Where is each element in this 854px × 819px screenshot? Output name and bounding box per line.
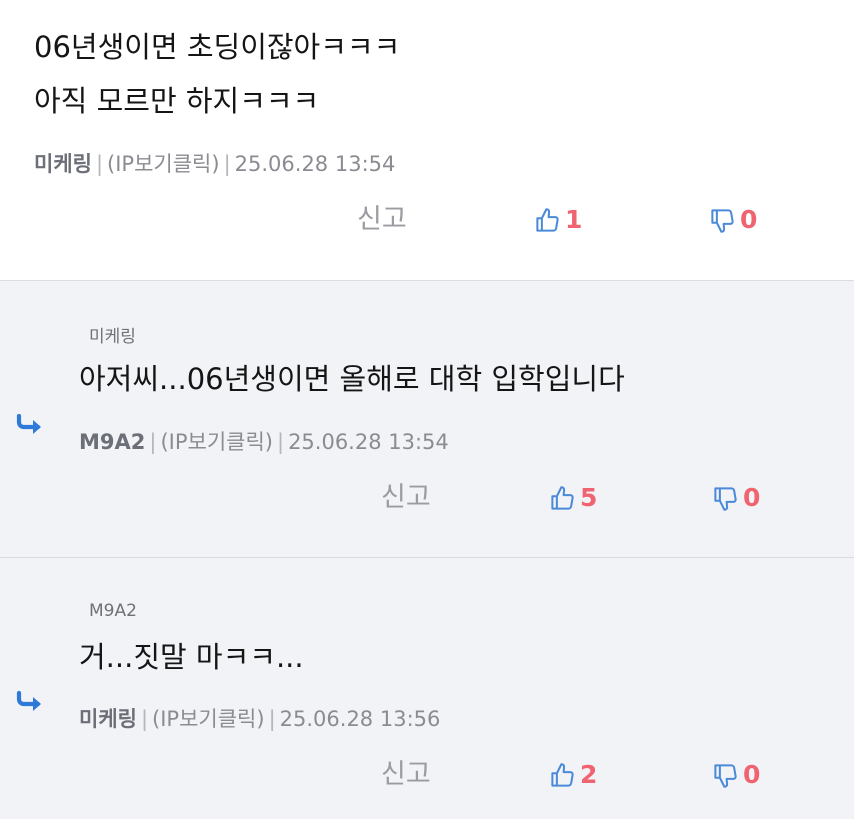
meta-separator: | bbox=[223, 152, 231, 176]
comment-item: 06년생이면 초딩이잖아ㅋㅋㅋ 아직 모르만 하지ㅋㅋㅋ 미케링 | (IP보기클릭… bbox=[0, 0, 854, 281]
ip-view-link[interactable]: (IP보기클릭) bbox=[160, 430, 273, 454]
comment-datetime: 25.06.28 13:54 bbox=[288, 430, 449, 454]
thumbs-up-icon bbox=[551, 762, 574, 787]
reply-target: 미케링 bbox=[89, 327, 136, 347]
ip-view-link[interactable]: (IP보기클릭) bbox=[152, 707, 265, 731]
thumbs-down-icon bbox=[711, 208, 734, 233]
dislike-button[interactable]: 0 bbox=[709, 198, 757, 242]
like-button[interactable]: 2 bbox=[549, 753, 597, 797]
meta-separator: | bbox=[268, 707, 276, 731]
dislike-button[interactable]: 0 bbox=[712, 753, 760, 797]
comment-body: 거...짓말 마ㅋㅋ... bbox=[79, 640, 304, 674]
dislike-button[interactable]: 0 bbox=[712, 476, 760, 520]
meta-separator: | bbox=[276, 430, 285, 454]
comment-actions: 신고 1 0 bbox=[0, 198, 854, 242]
dislike-count: 0 bbox=[740, 205, 758, 234]
like-count: 2 bbox=[580, 760, 598, 789]
like-button[interactable]: 5 bbox=[549, 476, 597, 520]
comment-line: 06년생이면 초딩이잖아ㅋㅋㅋ bbox=[34, 30, 401, 64]
reply-arrow-icon bbox=[16, 413, 41, 434]
comment-datetime: 25.06.28 13:54 bbox=[234, 152, 396, 176]
comment-actions: 신고 5 0 bbox=[0, 476, 854, 520]
comment-datetime: 25.06.28 13:56 bbox=[279, 707, 441, 731]
comment-list: 06년생이면 초딩이잖아ㅋㅋㅋ 아직 모르만 하지ㅋㅋㅋ 미케링 | (IP보기클릭… bbox=[0, 0, 854, 819]
comment-line: 아직 모르만 하지ㅋㅋㅋ bbox=[34, 84, 320, 118]
author-name[interactable]: 미케링 bbox=[79, 707, 137, 731]
dislike-count: 0 bbox=[743, 760, 761, 789]
thumbs-down-icon bbox=[714, 763, 737, 788]
reply-arrow-icon bbox=[16, 690, 41, 711]
author-name[interactable]: 미케링 bbox=[34, 152, 92, 176]
comment-body: 06년생이면 초딩이잖아ㅋㅋㅋ 아직 모르만 하지ㅋㅋㅋ bbox=[34, 20, 400, 128]
like-count: 1 bbox=[565, 205, 583, 234]
thumbs-down-icon bbox=[714, 486, 737, 511]
thumbs-up-icon bbox=[536, 207, 559, 232]
reply-target: M9A2 bbox=[89, 601, 137, 621]
thumbs-up-icon bbox=[551, 485, 574, 510]
like-button[interactable]: 1 bbox=[534, 198, 582, 242]
meta-separator: | bbox=[149, 430, 157, 454]
report-button[interactable]: 신고 bbox=[381, 753, 431, 797]
comment-meta: M9A2 | (IP보기클릭) | 25.06.28 13:54 bbox=[79, 426, 449, 456]
report-button[interactable]: 신고 bbox=[357, 198, 407, 242]
author-name[interactable]: M9A2 bbox=[79, 430, 145, 454]
meta-separator: | bbox=[140, 707, 149, 731]
comment-meta: 미케링 | (IP보기클릭) | 25.06.28 13:56 bbox=[79, 703, 440, 733]
like-count: 5 bbox=[580, 483, 598, 512]
comment-body: 아저씨...06년생이면 올해로 대학 입학입니다 bbox=[79, 362, 625, 396]
dislike-count: 0 bbox=[743, 483, 761, 512]
report-button[interactable]: 신고 bbox=[381, 476, 431, 520]
comment-actions: 신고 2 0 bbox=[0, 753, 854, 797]
comment-meta: 미케링 | (IP보기클릭) | 25.06.28 13:54 bbox=[34, 148, 395, 178]
meta-separator: | bbox=[95, 152, 104, 176]
ip-view-link[interactable]: (IP보기클릭) bbox=[107, 152, 220, 176]
